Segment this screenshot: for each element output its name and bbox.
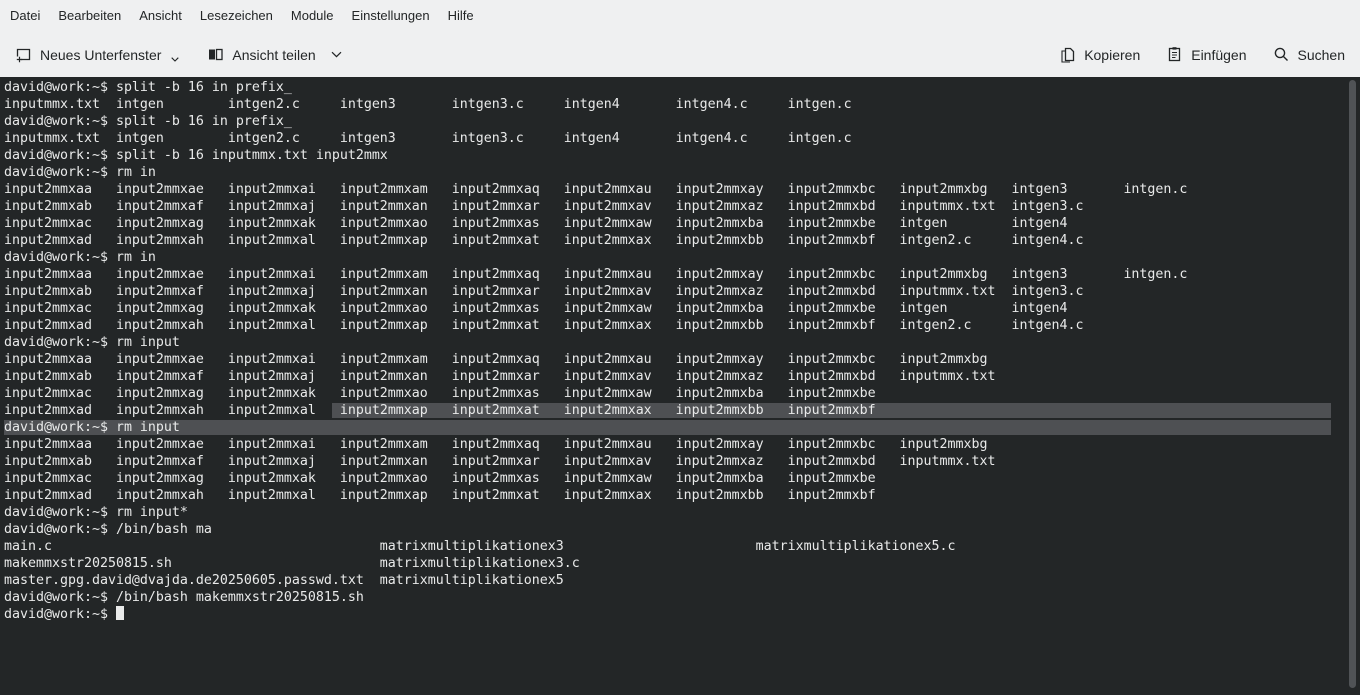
terminal-line: input2mmxac input2mmxag input2mmxak inpu… <box>4 300 1360 317</box>
menu-module[interactable]: Module <box>282 0 343 32</box>
toolbar: Neues Unterfenster Ansicht teilen <box>0 32 1360 77</box>
terminal-line: input2mmxad input2mmxah input2mmxal inpu… <box>4 317 1360 334</box>
search-label: Suchen <box>1298 47 1345 63</box>
terminal-line: david@work:~$ <box>4 606 1360 623</box>
terminal-cursor <box>116 606 124 620</box>
split-view-label: Ansicht teilen <box>232 47 315 63</box>
menu-datei[interactable]: Datei <box>1 0 49 32</box>
menu-einstellungen[interactable]: Einstellungen <box>343 0 439 32</box>
selection-highlight: david@work:~$ rm input <box>4 420 1331 435</box>
terminal-line: input2mmxac input2mmxag input2mmxak inpu… <box>4 385 1360 402</box>
paste-label: Einfügen <box>1191 47 1246 63</box>
terminal-line: input2mmxab input2mmxaf input2mmxaj inpu… <box>4 283 1360 300</box>
selection-highlight: input2mmxap input2mmxat input2mmxax inpu… <box>332 403 1332 418</box>
copy-label: Kopieren <box>1084 47 1140 63</box>
terminal-line: input2mmxaa input2mmxae input2mmxai inpu… <box>4 266 1360 283</box>
search-button[interactable]: Suchen <box>1273 46 1345 63</box>
terminal-line: inputmmx.txt intgen intgen2.c intgen3 in… <box>4 96 1360 113</box>
copy-icon <box>1059 46 1076 63</box>
chevron-down-icon <box>331 51 342 58</box>
terminal-line: david@work:~$ rm input <box>4 334 1360 351</box>
terminal-line: input2mmxac input2mmxag input2mmxak inpu… <box>4 470 1360 487</box>
terminal-line: input2mmxad input2mmxah input2mmxal inpu… <box>4 232 1360 249</box>
terminal-line: input2mmxaa input2mmxae input2mmxai inpu… <box>4 436 1360 453</box>
menu-lesezeichen[interactable]: Lesezeichen <box>191 0 282 32</box>
terminal-line: david@work:~$ split -b 16 in prefix_ <box>4 113 1360 130</box>
terminal-line: input2mmxab input2mmxaf input2mmxaj inpu… <box>4 368 1360 385</box>
search-icon <box>1273 46 1290 63</box>
chevron-down-icon <box>171 57 179 62</box>
menu-bearbeiten[interactable]: Bearbeiten <box>49 0 130 32</box>
new-tab-button[interactable]: Neues Unterfenster <box>15 46 179 63</box>
terminal[interactable]: david@work:~$ split -b 16 in prefix_inpu… <box>0 77 1360 695</box>
konsole-window: Datei Bearbeiten Ansicht Lesezeichen Mod… <box>0 0 1360 695</box>
terminal-output: david@work:~$ split -b 16 in prefix_inpu… <box>4 79 1360 623</box>
split-view-button[interactable]: Ansicht teilen <box>207 46 341 63</box>
terminal-line: input2mmxab input2mmxaf input2mmxaj inpu… <box>4 453 1360 470</box>
terminal-line: input2mmxac input2mmxag input2mmxak inpu… <box>4 215 1360 232</box>
new-tab-icon <box>15 46 32 63</box>
terminal-line: inputmmx.txt intgen intgen2.c intgen3 in… <box>4 130 1360 147</box>
new-tab-label: Neues Unterfenster <box>40 47 161 63</box>
menu-ansicht[interactable]: Ansicht <box>130 0 191 32</box>
terminal-line: main.c matrixmultiplikationex3 matrixmul… <box>4 538 1360 555</box>
terminal-line: input2mmxad input2mmxah input2mmxal inpu… <box>4 487 1360 504</box>
terminal-line: david@work:~$ split -b 16 in prefix_ <box>4 79 1360 96</box>
terminal-line: david@work:~$ rm in <box>4 164 1360 181</box>
terminal-line: input2mmxaa input2mmxae input2mmxai inpu… <box>4 181 1360 198</box>
terminal-line: master.gpg.david@dvajda.de20250605.passw… <box>4 572 1360 589</box>
scrollbar[interactable] <box>1346 77 1360 695</box>
split-view-icon <box>207 46 224 63</box>
terminal-line: input2mmxab input2mmxaf input2mmxaj inpu… <box>4 198 1360 215</box>
copy-button[interactable]: Kopieren <box>1059 46 1140 63</box>
paste-icon <box>1166 46 1183 63</box>
terminal-line: makemmxstr20250815.sh matrixmultiplikati… <box>4 555 1360 572</box>
terminal-line: david@work:~$ /bin/bash makemmxstr202508… <box>4 589 1360 606</box>
paste-button[interactable]: Einfügen <box>1166 46 1246 63</box>
terminal-line: input2mmxad input2mmxah input2mmxal inpu… <box>4 402 1360 419</box>
terminal-line: david@work:~$ split -b 16 inputmmx.txt i… <box>4 147 1360 164</box>
scrollbar-thumb[interactable] <box>1349 80 1356 688</box>
terminal-line: david@work:~$ rm in <box>4 249 1360 266</box>
terminal-line: input2mmxaa input2mmxae input2mmxai inpu… <box>4 351 1360 368</box>
terminal-line: david@work:~$ rm input* <box>4 504 1360 521</box>
terminal-line: david@work:~$ rm input <box>4 419 1360 436</box>
menu-bar: Datei Bearbeiten Ansicht Lesezeichen Mod… <box>0 0 1360 32</box>
terminal-line: david@work:~$ /bin/bash ma <box>4 521 1360 538</box>
menu-hilfe[interactable]: Hilfe <box>439 0 483 32</box>
